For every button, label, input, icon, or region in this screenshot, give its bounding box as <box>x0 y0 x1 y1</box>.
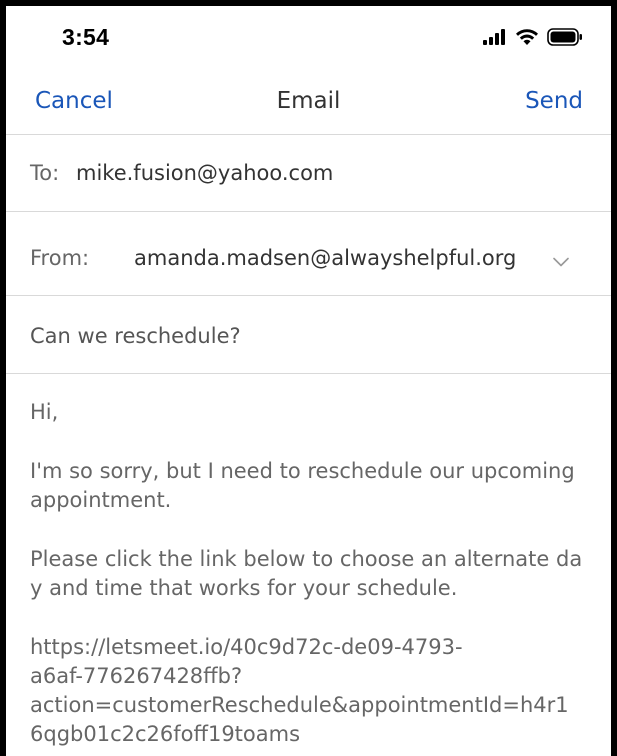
navigation-bar: Cancel Email Send <box>6 70 611 135</box>
to-field-row[interactable]: To: mike.fusion@yahoo.com <box>6 135 611 212</box>
wifi-icon <box>515 28 539 50</box>
reschedule-link-line[interactable]: action=customerReschedule&appointmentId=… <box>30 691 590 720</box>
send-button[interactable]: Send <box>525 88 583 114</box>
message-body-editor[interactable]: Hi, I'm so sorry, but I need to reschedu… <box>30 398 590 749</box>
from-sender-select[interactable]: amanda.madsen@alwayshelpful.org <box>134 246 516 270</box>
page-title: Email <box>276 88 341 114</box>
from-label: From: <box>30 246 90 270</box>
battery-icon <box>547 28 583 50</box>
reschedule-link-line[interactable]: 6qgb01c2c26foff19toams <box>30 720 590 749</box>
to-recipient-field[interactable]: mike.fusion@yahoo.com <box>76 161 333 185</box>
body-paragraph: Please click the link below to choose an… <box>30 547 583 600</box>
status-bar: 3:54 <box>6 6 611 70</box>
reschedule-link-line[interactable]: a6af-776267428ffb? <box>30 662 590 691</box>
cellular-signal-icon <box>483 29 507 49</box>
subject-field[interactable]: Can we reschedule? <box>30 324 241 348</box>
status-time: 3:54 <box>62 24 110 50</box>
reschedule-link-line[interactable]: https://letsmeet.io/40c9d72c-de09-4793- <box>30 633 590 662</box>
email-compose-screen: 3:54 Cancel Email Send To: mike.fusion@y… <box>6 6 611 756</box>
subject-field-row[interactable]: Can we reschedule? <box>6 296 611 374</box>
chevron-down-icon[interactable] <box>553 252 569 271</box>
to-label: To: <box>30 161 60 185</box>
body-greeting: Hi, <box>30 400 59 424</box>
status-icons <box>483 28 583 50</box>
from-field-row[interactable]: From: amanda.madsen@alwayshelpful.org <box>6 212 611 296</box>
body-paragraph: I'm so sorry, but I need to reschedule o… <box>30 459 575 512</box>
